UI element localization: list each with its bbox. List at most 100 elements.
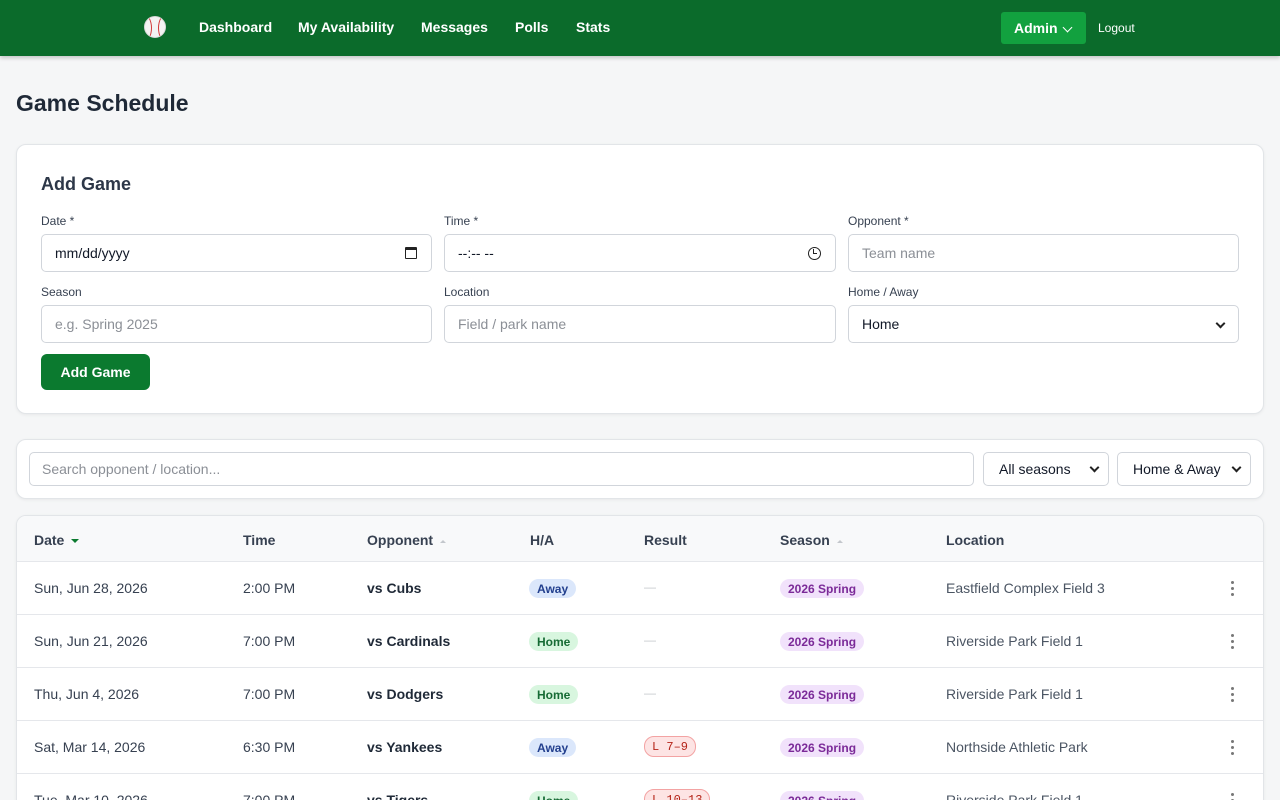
cell-time: 2:00 PM [243, 580, 296, 596]
admin-menu-button[interactable]: Admin [1001, 12, 1086, 44]
cell-date: Sun, Jun 28, 2026 [34, 580, 148, 596]
header-ha: H/A [530, 532, 555, 548]
cell-result: — [644, 633, 656, 647]
page-title: Game Schedule [16, 90, 189, 116]
home-away-value: Home [862, 316, 900, 332]
cell-time: 7:00 PM [243, 633, 296, 649]
season-badge: 2026 Spring [780, 685, 865, 704]
home-away-filter-select[interactable]: Home & Away [1117, 452, 1251, 486]
header-result: Result [644, 532, 687, 548]
cell-date: Tue, Mar 10, 2026 [34, 792, 148, 800]
date-value: mm/dd/yyyy [55, 245, 130, 261]
cell-opponent: vs Tigers [367, 792, 429, 800]
home-away-label: Home / Away [848, 285, 919, 299]
time-input[interactable]: --:-- -- [444, 234, 836, 272]
baseball-logo-icon[interactable] [144, 16, 166, 38]
date-input[interactable]: mm/dd/yyyy [41, 234, 432, 272]
filter-bar: Search opponent / location... All season… [16, 439, 1264, 499]
table-row[interactable]: Sun, Jun 21, 2026 7:00 PM vs Cardinals H… [17, 615, 1263, 668]
home-away-filter-value: Home & Away [1133, 461, 1221, 477]
season-label: Season [41, 285, 82, 299]
season-input[interactable]: e.g. Spring 2025 [41, 305, 432, 343]
more-options-icon[interactable] [1231, 793, 1235, 800]
header-season[interactable]: Season [780, 532, 843, 548]
cell-location: Riverside Park Field 1 [946, 792, 1083, 800]
header-season-label: Season [780, 532, 830, 548]
cell-location: Eastfield Complex Field 3 [946, 580, 1105, 596]
cell-date: Sat, Mar 14, 2026 [34, 739, 146, 755]
add-game-button[interactable]: Add Game [41, 354, 150, 390]
home-away-select[interactable]: Home [848, 305, 1239, 343]
nav-link-my-availability[interactable]: My Availability [298, 19, 394, 35]
cell-result: — [644, 580, 656, 594]
header-date[interactable]: Date [34, 532, 80, 548]
ha-badge: Home [529, 685, 579, 704]
opponent-label: Opponent * [848, 214, 909, 228]
header-opponent-label: Opponent [367, 532, 434, 548]
chevron-down-icon [1089, 462, 1100, 473]
ha-badge: Home [529, 632, 579, 651]
cell-time: 7:00 PM [243, 792, 296, 800]
sort-asc-icon [836, 539, 843, 543]
cell-location: Riverside Park Field 1 [946, 633, 1083, 649]
header-date-label: Date [34, 532, 65, 548]
season-filter-select[interactable]: All seasons [983, 452, 1109, 486]
season-badge: 2026 Spring [780, 579, 865, 598]
cell-opponent: vs Dodgers [367, 686, 444, 702]
cell-location: Riverside Park Field 1 [946, 686, 1083, 702]
nav-link-stats[interactable]: Stats [576, 19, 610, 35]
time-label: Time * [444, 214, 479, 228]
header-location: Location [946, 532, 1005, 548]
clock-icon[interactable] [808, 247, 821, 260]
search-input[interactable]: Search opponent / location... [29, 452, 974, 486]
cell-opponent: vs Cardinals [367, 633, 451, 649]
season-badge: 2026 Spring [780, 632, 865, 651]
table-row[interactable]: Tue, Mar 10, 2026 7:00 PM vs Tigers Home… [17, 774, 1263, 800]
more-options-icon[interactable] [1231, 740, 1235, 755]
table-row[interactable]: Sat, Mar 14, 2026 6:30 PM vs Yankees Awa… [17, 721, 1263, 774]
chevron-down-icon [1231, 462, 1242, 473]
admin-label: Admin [1014, 20, 1058, 36]
sort-asc-icon [440, 539, 447, 543]
cell-opponent: vs Yankees [367, 739, 443, 755]
top-navbar: Dashboard My Availability Messages Polls… [0, 0, 1280, 56]
header-opponent[interactable]: Opponent [367, 532, 447, 548]
calendar-icon[interactable] [405, 247, 417, 259]
table-row[interactable]: Sun, Jun 28, 2026 2:00 PM vs Cubs Away —… [17, 562, 1263, 615]
table-header: Date Time Opponent H/A Result Season Loc… [17, 516, 1263, 562]
location-label: Location [444, 285, 490, 299]
nav-link-messages[interactable]: Messages [421, 19, 488, 35]
header-time: Time [243, 532, 276, 548]
location-input[interactable]: Field / park name [444, 305, 836, 343]
cell-time: 7:00 PM [243, 686, 296, 702]
add-game-card: Add Game Date * mm/dd/yyyy Time * --:-- … [16, 144, 1264, 414]
nav-link-dashboard[interactable]: Dashboard [199, 19, 272, 35]
season-badge: 2026 Spring [780, 738, 865, 757]
chevron-down-icon [1215, 318, 1226, 329]
opponent-input[interactable]: Team name [848, 234, 1239, 272]
logout-link[interactable]: Logout [1098, 21, 1135, 35]
cell-date: Thu, Jun 4, 2026 [34, 686, 140, 702]
more-options-icon[interactable] [1231, 687, 1235, 702]
table-row[interactable]: Thu, Jun 4, 2026 7:00 PM vs Dodgers Home… [17, 668, 1263, 721]
ha-badge: Home [529, 791, 579, 800]
ha-badge: Away [529, 738, 577, 757]
more-options-icon[interactable] [1231, 634, 1235, 649]
cell-location: Northside Athletic Park [946, 739, 1088, 755]
cell-time: 6:30 PM [243, 739, 296, 755]
result-badge: L 10–13 [644, 789, 711, 800]
ha-badge: Away [529, 579, 577, 598]
season-filter-value: All seasons [999, 461, 1071, 477]
chevron-down-icon [1062, 22, 1073, 33]
games-table: Date Time Opponent H/A Result Season Loc… [16, 515, 1264, 800]
cell-opponent: vs Cubs [367, 580, 422, 596]
cell-date: Sun, Jun 21, 2026 [34, 633, 148, 649]
cell-result: — [644, 686, 656, 700]
date-label: Date * [41, 214, 75, 228]
add-game-title: Add Game [41, 174, 132, 194]
sort-desc-icon [71, 539, 80, 544]
nav-link-polls[interactable]: Polls [515, 19, 548, 35]
season-badge: 2026 Spring [780, 791, 865, 800]
time-value: --:-- -- [458, 245, 494, 261]
more-options-icon[interactable] [1231, 581, 1235, 596]
